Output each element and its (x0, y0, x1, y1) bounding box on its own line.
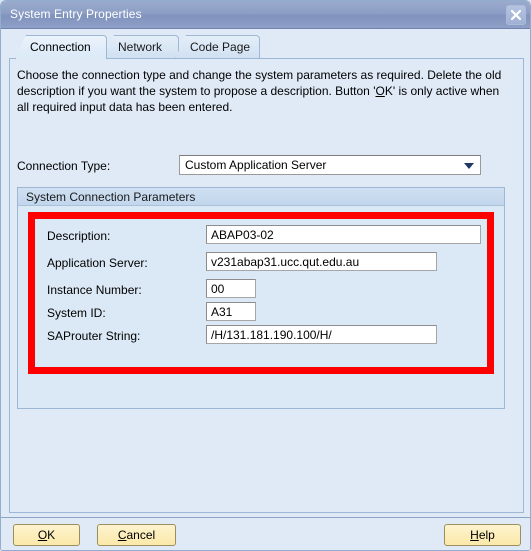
instance-number-input[interactable] (206, 279, 256, 298)
application-server-label: Application Server: (47, 256, 148, 270)
description-input[interactable] (206, 225, 481, 244)
chevron-down-icon (464, 163, 474, 169)
close-button[interactable] (506, 5, 526, 25)
close-icon (507, 6, 525, 24)
tab-network-label: Network (118, 40, 163, 54)
tab-connection[interactable]: Connection (15, 35, 107, 59)
dialog-button-bar: OK Cancel Help (1, 517, 530, 550)
ok-mnemonic: O (37, 528, 48, 542)
help-button[interactable]: Help (444, 524, 521, 546)
ok-button[interactable]: OK (13, 524, 80, 546)
title-bar: System Entry Properties (1, 1, 530, 29)
application-server-input[interactable] (206, 252, 437, 271)
system-id-input[interactable] (206, 302, 256, 321)
connection-type-label: Connection Type: (17, 159, 111, 173)
system-connection-parameters-group: System Connection Parameters (17, 187, 505, 409)
instance-number-label: Instance Number: (47, 283, 142, 297)
tab-connection-label: Connection (30, 40, 91, 54)
cancel-button[interactable]: Cancel (97, 524, 176, 546)
instructions-mnemonic: O (375, 84, 385, 98)
saprouter-string-label: SAProuter String: (47, 329, 141, 343)
window-title: System Entry Properties (10, 7, 142, 21)
saprouter-string-input[interactable] (206, 325, 437, 344)
tab-code-page-label: Code Page (190, 40, 251, 54)
help-mnemonic: H (470, 528, 479, 542)
connection-type-select[interactable]: Custom Application Server (179, 155, 481, 175)
description-label: Description: (47, 229, 111, 243)
help-label-rest: elp (478, 528, 495, 542)
system-id-label: System ID: (47, 306, 106, 320)
ok-label-rest: K (47, 528, 56, 542)
cancel-label-rest: ancel (126, 528, 156, 542)
instructions-text: Choose the connection type and change th… (17, 67, 512, 115)
system-entry-properties-dialog: System Entry Properties Connection Netwo… (0, 0, 531, 551)
tab-code-page[interactable]: Code Page (175, 35, 260, 59)
connection-type-value: Custom Application Server (185, 158, 327, 172)
group-title: System Connection Parameters (26, 190, 196, 204)
tab-network[interactable]: Network (103, 35, 179, 59)
group-header: System Connection Parameters (18, 188, 504, 206)
